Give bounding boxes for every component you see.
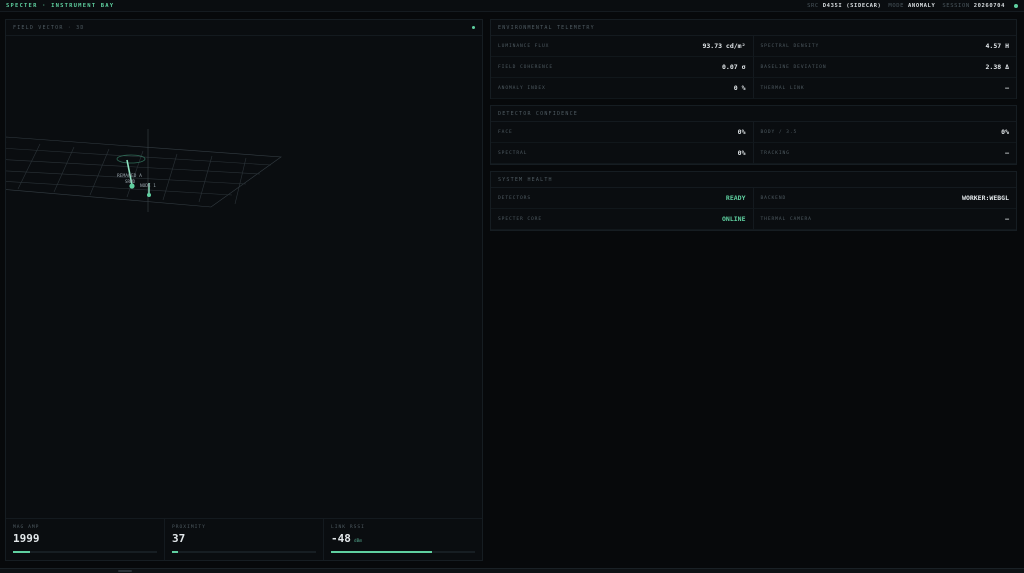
metric-unit: dBm [353,539,363,544]
metric-mag-amp: MAG AMP 1999 [6,519,165,560]
readout-value: — [1005,84,1009,92]
metric-value: 1999 [13,532,40,545]
metric-link-rssi: LINK RSSI -48 dBm [324,519,482,560]
metric-label: LINK RSSI [331,525,365,530]
tag-node-1: NODE 1 [140,183,156,189]
session-key: SESSION [942,2,970,9]
status-value: READY [725,194,746,202]
metric-value: 37 [172,532,186,545]
bottom-strip [0,568,1024,573]
session-info: SRC D435I (SIDECAR) MODE ANOMALY SESSION… [807,3,1018,9]
readout-value: 0% [737,128,746,136]
env-title: ENVIRONMENTAL TELEMETRY [498,24,595,31]
readout-value: 0 % [733,84,746,92]
status-value: — [1005,215,1009,223]
system-cell-thermal-camera: THERMAL CAMERA — [753,209,1016,230]
system-cell-backend: BACKEND WORKER:WEBGL [753,188,1016,209]
metric-bar [13,551,157,553]
readout-value: 0.07 σ [722,63,746,71]
readout-value: 0% [1001,128,1009,136]
status-value: ONLINE [722,215,746,223]
readout-value: 2.38 Δ [985,63,1009,71]
node-marker-a[interactable] [129,183,135,189]
metric-bar-fill [331,551,432,553]
detector-title: DETECTOR CONFIDENCE [498,110,578,117]
metric-bar-fill [172,551,178,553]
live-status-dot [1014,3,1018,8]
system-header: SYSTEM HEALTH [491,172,1016,188]
env-cell-spectral-density: SPECTRAL DENSITY 4.57 H [753,36,1016,57]
readout-value: 0% [737,149,746,157]
environmental-telemetry-panel: ENVIRONMENTAL TELEMETRY LUMINANCE FLUX 93… [490,19,1017,99]
tag-srmd: SRMD [125,179,136,184]
field-vector-viewport[interactable]: REMAPED A SRMD NODE 1 [6,37,482,537]
detector-cell-spectral: SPECTRAL 0% [491,143,754,164]
mode-value: ANOMALY [908,2,936,9]
top-bar: SPECTER · INSTRUMENT BAY SRC D435I (SIDE… [0,0,1024,12]
readout-value: — [1005,149,1009,157]
readout-value: 93.73 cd/m² [702,42,746,50]
readout-value: 4.57 H [985,42,1009,50]
field-metrics: MAG AMP 1999 PROXIMITY 37 LINK RSSI -48 d… [6,518,482,560]
system-grid: DETECTORS READY BACKEND WORKER:WEBGL SPECT… [491,188,1016,230]
node-marker-b[interactable] [147,193,151,197]
metric-bar [172,551,316,553]
env-cell-thermal-link: THERMAL LINK — [753,78,1016,99]
detector-header: DETECTOR CONFIDENCE [491,106,1016,122]
env-grid: LUMINANCE FLUX 93.73 cd/m² SPECTRAL DENSI… [491,36,1016,99]
field-vector-scene[interactable]: REMAPED A SRMD NODE 1 [6,37,482,537]
detector-cell-tracking: TRACKING — [753,143,1016,164]
resize-handle[interactable] [118,570,132,572]
field-status-dot [472,26,475,29]
env-cell-anomaly-index: ANOMALY INDEX 0 % [491,78,754,99]
metric-value: -48 dBm [331,532,363,545]
env-cell-baseline-deviation: BASELINE DEVIATION 2.38 Δ [753,57,1016,78]
detector-cell-body: BODY / 3.5 0% [753,122,1016,143]
session-value: 20260704 [973,2,1005,9]
metric-proximity: PROXIMITY 37 [165,519,324,560]
system-cell-specter-core: SPECTER CORE ONLINE [491,209,754,230]
field-vector-title: FIELD VECTOR · 3D [13,24,85,31]
app-title: SPECTER · INSTRUMENT BAY [6,2,115,9]
ground-grid [6,129,282,212]
src-value: D435I (SIDECAR) [822,2,882,9]
metric-label: MAG AMP [13,525,40,530]
detector-grid: FACE 0% BODY / 3.5 0% SPECTRAL 0% TRACKING — [491,122,1016,164]
mode-key: MODE [888,2,905,9]
detector-confidence-panel: DETECTOR CONFIDENCE FACE 0% BODY / 3.5 0% … [490,105,1017,165]
src-key: SRC [807,2,819,9]
field-vector-panel: FIELD VECTOR · 3D REMAPED A SRMD NODE 1 … [5,19,483,561]
metric-label: PROXIMITY [172,525,206,530]
metric-bar-fill [13,551,31,553]
detector-cell-face: FACE 0% [491,122,754,143]
system-health-panel: SYSTEM HEALTH DETECTORS READY BACKEND WORK… [490,171,1017,231]
metric-bar [331,551,475,553]
system-cell-detectors: DETECTORS READY [491,188,754,209]
status-value: WORKER:WEBGL [962,194,1009,202]
field-vector-header: FIELD VECTOR · 3D [6,20,482,36]
system-title: SYSTEM HEALTH [498,176,553,183]
env-cell-luminance-flux: LUMINANCE FLUX 93.73 cd/m² [491,36,754,57]
env-header: ENVIRONMENTAL TELEMETRY [491,20,1016,36]
env-cell-field-coherence: FIELD COHERENCE 0.07 σ [491,57,754,78]
